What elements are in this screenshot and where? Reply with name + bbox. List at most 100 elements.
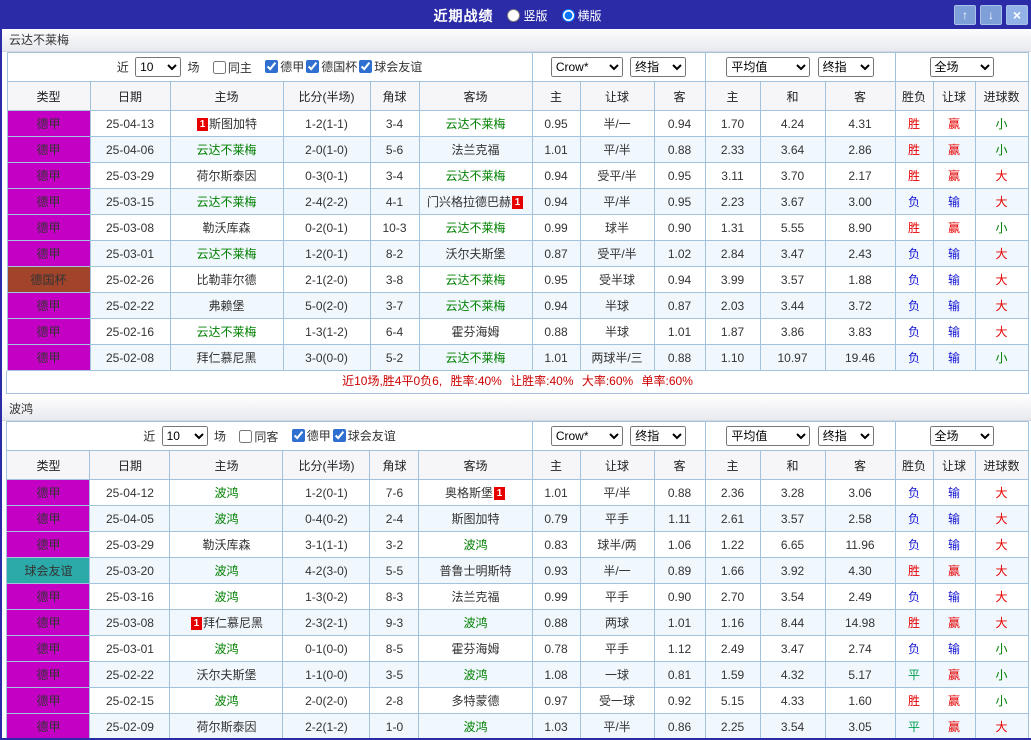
odds-home: 0.79: [531, 505, 581, 532]
corners: 8-5: [369, 635, 420, 662]
home-team: 云达不莱梅: [169, 318, 284, 345]
average-source-select[interactable]: 平均值: [726, 426, 811, 446]
odds-handicap: 半/一: [579, 110, 655, 137]
same-venue-checkbox[interactable]: 同客: [239, 428, 278, 445]
scope-select[interactable]: 全场: [929, 57, 994, 77]
league-filter-checkbox[interactable]: 德国杯: [306, 58, 357, 75]
league-filter-checkbox[interactable]: 德甲: [291, 427, 331, 444]
move-down-button[interactable]: ↓: [980, 5, 1002, 25]
result-outcome: 胜: [894, 687, 934, 714]
average-source-select[interactable]: 平均值: [726, 57, 811, 77]
league-filter-label: 德甲: [280, 60, 305, 74]
odds-stage-select[interactable]: 终指: [630, 426, 687, 446]
layout-vertical-radio[interactable]: 竖版: [507, 7, 548, 24]
odds-source-select[interactable]: Crow*: [550, 426, 623, 446]
league-filter-checkbox[interactable]: 球会友谊: [359, 58, 422, 75]
goals-outcome: 小: [974, 214, 1029, 241]
match-date: 25-04-12: [89, 479, 171, 506]
close-button[interactable]: ×: [1006, 5, 1028, 25]
league-filter-checkbox-input[interactable]: [265, 60, 279, 73]
odds-source-select[interactable]: Crow*: [550, 57, 623, 77]
match-row: 德甲 25-03-01 云达不莱梅 1-2(0-1) 8-2 沃尔夫斯堡 0.8…: [6, 240, 1029, 267]
odds-handicap: 平/半: [579, 479, 655, 506]
layout-horizontal-radio[interactable]: 横版: [561, 7, 602, 24]
odds-away: 0.92: [653, 687, 706, 714]
team-section-title: 波鸿: [2, 398, 1031, 421]
league-filter-checkbox-input[interactable]: [306, 60, 320, 73]
team-name-text: 拜仁慕尼黑: [196, 351, 257, 365]
recent-count-select[interactable]: 10: [161, 426, 208, 446]
team-name-text: 云达不莱梅: [196, 143, 257, 157]
team-name-text: 波鸿: [463, 538, 488, 552]
handicap-outcome: 输: [932, 635, 976, 662]
same-venue-checkbox-input[interactable]: [212, 60, 226, 74]
match-date: 25-03-15: [89, 188, 171, 215]
match-date: 25-03-29: [89, 162, 171, 189]
red-card-indicator: 1: [196, 118, 208, 131]
same-venue-checkbox-input[interactable]: [239, 429, 253, 443]
scope-select[interactable]: 全场: [929, 426, 994, 446]
odds-away: 1.01: [653, 318, 706, 345]
team-name-text: 波鸿: [463, 720, 488, 734]
league-filter-checkbox[interactable]: 德甲: [265, 58, 304, 75]
team-name-text: 波鸿: [214, 694, 239, 708]
home-team: 云达不莱梅: [169, 240, 284, 267]
away-team: 多特蒙德: [418, 687, 533, 714]
odds-away: 0.95: [653, 188, 706, 215]
league-type-cell: 德甲: [6, 661, 91, 688]
league-filter-checkbox-input[interactable]: [291, 429, 305, 442]
league-filter-checkbox-input[interactable]: [332, 429, 346, 442]
team-name-text: 弗赖堡: [208, 299, 245, 313]
team-name-text: 沃尔夫斯堡: [445, 247, 506, 261]
column-goals: 进球数: [974, 81, 1029, 111]
average-stage-select[interactable]: 终指: [817, 426, 874, 446]
goals-outcome: 大: [974, 531, 1029, 558]
team-name-text: 门兴格拉德巴赫: [426, 195, 511, 209]
avg-draw-odds: 3.64: [759, 136, 826, 163]
handicap-outcome: 赢: [932, 214, 976, 241]
score-halftime: 1-1(0-0): [282, 661, 371, 688]
team-name-text: 云达不莱梅: [196, 325, 257, 339]
match-date: 25-02-22: [89, 292, 171, 319]
match-row: 德甲 25-03-29 荷尔斯泰因 0-3(0-1) 3-4 云达不莱梅 0.9…: [6, 162, 1029, 189]
handicap-outcome: 赢: [932, 110, 976, 137]
team-name-text: 波鸿: [214, 642, 239, 656]
league-filter-checkbox-input[interactable]: [359, 60, 373, 73]
match-row: 德甲 25-02-22 沃尔夫斯堡 1-1(0-0) 3-5 波鸿 1.08 一…: [6, 661, 1029, 688]
league-filter-label: 德国杯: [321, 60, 358, 74]
layout-horizontal-radio-input[interactable]: [561, 9, 575, 22]
match-row: 德甲 25-04-06 云达不莱梅 2-0(1-0) 5-6 法兰克福 1.01…: [6, 136, 1029, 163]
avg-draw-odds: 4.32: [759, 661, 826, 688]
team-name-text: 法兰克福: [451, 143, 500, 157]
layout-vertical-label: 竖版: [523, 9, 548, 23]
odds-away: 0.95: [653, 162, 706, 189]
average-stage-select[interactable]: 终指: [817, 57, 874, 77]
avg-home-odds: 1.59: [704, 661, 761, 688]
avg-draw-odds: 3.47: [759, 240, 826, 267]
odds-handicap: 平手: [579, 635, 655, 662]
odds-away: 1.11: [653, 505, 706, 532]
odds-home: 0.94: [531, 162, 581, 189]
score-halftime: 3-0(0-0): [282, 344, 371, 371]
team-name-text: 普鲁士明斯特: [439, 564, 512, 578]
same-venue-checkbox[interactable]: 同主: [212, 59, 252, 76]
result-outcome: 负: [894, 188, 934, 215]
home-team: 勒沃库森: [169, 531, 284, 558]
odds-stage-select[interactable]: 终指: [630, 57, 687, 77]
goals-outcome: 大: [974, 479, 1029, 506]
team-name-text: 法兰克福: [451, 590, 500, 604]
result-outcome: 负: [894, 240, 934, 267]
odds-handicap: 平手: [579, 505, 655, 532]
team-name-text: 沃尔夫斯堡: [196, 668, 257, 682]
odds-home: 0.97: [531, 687, 581, 714]
league-filter-checkbox[interactable]: 球会友谊: [332, 427, 396, 444]
recent-count-select[interactable]: 10: [135, 57, 182, 77]
avg-away-odds: 2.43: [824, 240, 896, 267]
home-team: 波鸿: [169, 687, 284, 714]
column-result: 胜负: [894, 81, 934, 111]
away-team: 云达不莱梅: [418, 344, 533, 371]
average-odds-controls: 平均值 终指: [704, 421, 896, 451]
goals-outcome: 大: [974, 292, 1029, 319]
layout-vertical-radio-input[interactable]: [507, 9, 521, 22]
move-up-button[interactable]: ↑: [954, 5, 976, 25]
